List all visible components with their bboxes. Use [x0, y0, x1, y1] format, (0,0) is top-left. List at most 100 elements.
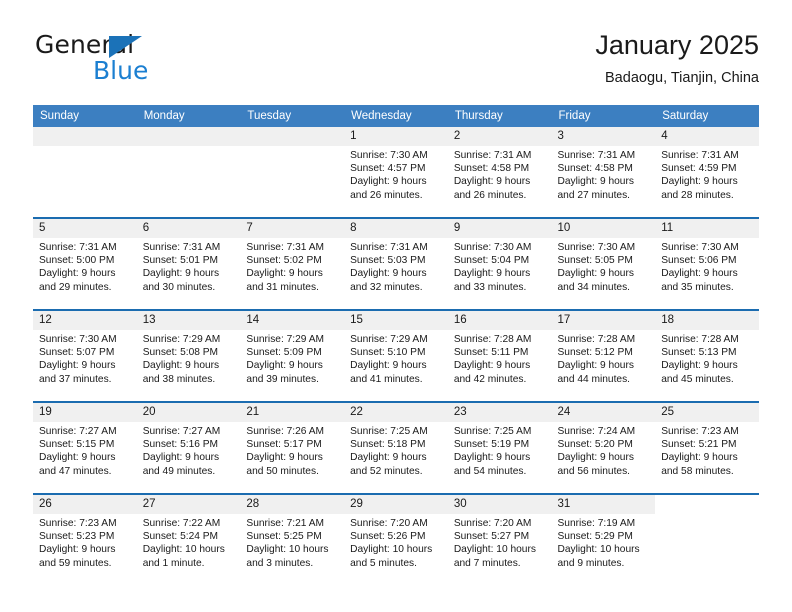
day-cell-inner: 9 Sunrise: 7:30 AM Sunset: 5:04 PM Daylight… — [447, 219, 552, 309]
calendar-day-cell[interactable]: 28 Sunrise: 7:21 AM Sunset: 5:25 PM Dayligh… — [240, 493, 345, 585]
day-number: 20 — [136, 403, 241, 422]
day-details: Sunrise: 7:31 AM Sunset: 4:58 PM Daylight:… — [552, 146, 656, 202]
daylight-text: Daylight: 9 hours and 58 minutes. — [661, 452, 738, 477]
calendar-day-cell[interactable]: 29 Sunrise: 7:20 AM Sunset: 5:26 PM Dayligh… — [344, 493, 448, 585]
day-number: 14 — [240, 311, 345, 330]
sunset-text: Sunset: 4:58 PM — [453, 163, 530, 175]
calendar-day-cell[interactable]: 22 Sunrise: 7:25 AM Sunset: 5:18 PM Dayligh… — [344, 401, 448, 494]
calendar-day-cell[interactable]: 12 Sunrise: 7:30 AM Sunset: 5:07 PM Dayligh… — [33, 309, 137, 402]
calendar-day-cell[interactable]: 10 Sunrise: 7:30 AM Sunset: 5:05 PM Dayligh… — [551, 217, 656, 310]
sunset-text: Sunset: 5:02 PM — [246, 255, 322, 267]
calendar-day-cell[interactable]: 21 Sunrise: 7:26 AM Sunset: 5:17 PM Dayligh… — [240, 401, 345, 494]
day-cell-inner: 12 Sunrise: 7:30 AM Sunset: 5:07 PM Dayligh… — [33, 311, 137, 401]
day-cell-inner: 23 Sunrise: 7:25 AM Sunset: 5:19 PM Dayligh… — [447, 403, 552, 493]
day-number: 5 — [33, 219, 137, 238]
calendar-day-cell[interactable]: 7 Sunrise: 7:31 AM Sunset: 5:02 PM Daylight… — [240, 217, 345, 310]
day-cell-inner — [33, 127, 137, 217]
day-number: 15 — [344, 311, 448, 330]
sunrise-text: Sunrise: 7:19 AM — [557, 518, 636, 529]
calendar-day-cell[interactable]: 19 Sunrise: 7:27 AM Sunset: 5:15 PM Dayligh… — [33, 401, 137, 494]
calendar-day-cell[interactable]: 27 Sunrise: 7:22 AM Sunset: 5:24 PM Dayligh… — [136, 493, 241, 585]
general-blue-logo[interactable]: General Blue — [33, 28, 263, 90]
daylight-text: Daylight: 9 hours and 28 minutes. — [661, 176, 738, 201]
calendar-day-cell[interactable]: 6 Sunrise: 7:31 AM Sunset: 5:01 PM Daylight… — [136, 217, 241, 310]
calendar-day-cell-empty — [655, 493, 759, 585]
calendar-day-cell[interactable]: 25 Sunrise: 7:23 AM Sunset: 5:21 PM Dayligh… — [655, 401, 759, 494]
daylight-text: Daylight: 9 hours and 54 minutes. — [453, 452, 531, 477]
daylight-text: Daylight: 9 hours and 44 minutes. — [557, 360, 634, 385]
sunset-text: Sunset: 4:58 PM — [557, 163, 633, 175]
daylight-text: Daylight: 9 hours and 59 minutes. — [39, 544, 116, 569]
calendar-day-cell[interactable]: 14 Sunrise: 7:29 AM Sunset: 5:09 PM Dayligh… — [240, 309, 345, 402]
day-cell-inner: 20 Sunrise: 7:27 AM Sunset: 5:16 PM Dayligh… — [136, 403, 241, 493]
day-details: Sunrise: 7:20 AM Sunset: 5:27 PM Daylight:… — [448, 514, 552, 570]
day-cell-inner: 21 Sunrise: 7:26 AM Sunset: 5:17 PM Dayligh… — [240, 403, 345, 493]
calendar-day-cell[interactable]: 16 Sunrise: 7:28 AM Sunset: 5:11 PM Dayligh… — [447, 309, 552, 402]
calendar-day-cell[interactable]: 15 Sunrise: 7:29 AM Sunset: 5:10 PM Dayligh… — [344, 309, 448, 402]
sunset-text: Sunset: 5:04 PM — [453, 255, 530, 267]
calendar-day-cell[interactable]: 13 Sunrise: 7:29 AM Sunset: 5:08 PM Dayligh… — [136, 309, 241, 402]
day-number: 24 — [551, 403, 656, 422]
day-details: Sunrise: 7:20 AM Sunset: 5:26 PM Daylight:… — [344, 514, 448, 570]
calendar-day-cell[interactable]: 2 Sunrise: 7:31 AM Sunset: 4:58 PM Daylight… — [447, 127, 552, 218]
sunrise-text: Sunrise: 7:23 AM — [39, 518, 117, 529]
day-number: 3 — [551, 127, 656, 146]
sunset-text: Sunset: 5:23 PM — [39, 531, 115, 543]
sunset-text: Sunset: 4:59 PM — [661, 163, 737, 175]
day-cell-inner: 29 Sunrise: 7:20 AM Sunset: 5:26 PM Dayligh… — [344, 495, 448, 585]
page-header: General Blue January 2025 Badaogu, Tianj… — [33, 28, 759, 98]
brand-triangle-icon — [109, 36, 142, 58]
sunset-text: Sunset: 5:03 PM — [350, 255, 426, 267]
day-cell-inner: 5 Sunrise: 7:31 AM Sunset: 5:00 PM Daylight… — [33, 219, 137, 309]
weekday-header: Sunday Monday Tuesday Wednesday Thursday Frid… — [33, 105, 759, 127]
calendar-day-cell[interactable]: 5 Sunrise: 7:31 AM Sunset: 5:00 PM Daylight… — [33, 217, 137, 310]
calendar-day-cell[interactable]: 30 Sunrise: 7:20 AM Sunset: 5:27 PM Dayligh… — [447, 493, 552, 585]
day-details: Sunrise: 7:30 AM Sunset: 5:06 PM Daylight:… — [655, 238, 759, 294]
page-subtitle: Badaogu, Tianjin, China — [605, 70, 759, 86]
day-number: 22 — [344, 403, 448, 422]
calendar-day-cell[interactable]: 1 Sunrise: 7:30 AM Sunset: 4:57 PM Daylight… — [344, 127, 448, 218]
calendar-day-cell[interactable]: 9 Sunrise: 7:30 AM Sunset: 5:04 PM Daylight… — [447, 217, 552, 310]
day-details: Sunrise: 7:31 AM Sunset: 5:02 PM Daylight:… — [240, 238, 344, 294]
day-details: Sunrise: 7:31 AM Sunset: 5:03 PM Daylight:… — [344, 238, 448, 294]
sunset-text: Sunset: 5:26 PM — [350, 531, 426, 543]
calendar-day-cell[interactable]: 18 Sunrise: 7:28 AM Sunset: 5:13 PM Dayligh… — [655, 309, 759, 402]
day-number: 21 — [240, 403, 345, 422]
sunset-text: Sunset: 5:25 PM — [246, 531, 322, 543]
day-number: 13 — [136, 311, 241, 330]
day-cell-inner: 2 Sunrise: 7:31 AM Sunset: 4:58 PM Daylight… — [447, 127, 552, 217]
day-cell-inner: 3 Sunrise: 7:31 AM Sunset: 4:58 PM Daylight… — [551, 127, 656, 217]
calendar-day-cell[interactable]: 8 Sunrise: 7:31 AM Sunset: 5:03 PM Daylight… — [344, 217, 448, 310]
sunrise-text: Sunrise: 7:25 AM — [350, 426, 428, 437]
sunrise-text: Sunrise: 7:30 AM — [350, 150, 428, 161]
calendar-day-cell[interactable]: 17 Sunrise: 7:28 AM Sunset: 5:12 PM Dayligh… — [551, 309, 656, 402]
sunrise-text: Sunrise: 7:31 AM — [661, 150, 739, 161]
calendar-day-cell[interactable]: 4 Sunrise: 7:31 AM Sunset: 4:59 PM Daylight… — [655, 127, 759, 218]
sunrise-text: Sunrise: 7:31 AM — [350, 242, 428, 253]
calendar-day-cell[interactable]: 24 Sunrise: 7:24 AM Sunset: 5:20 PM Dayligh… — [551, 401, 656, 494]
day-details: Sunrise: 7:30 AM Sunset: 4:57 PM Daylight:… — [344, 146, 448, 202]
sunrise-text: Sunrise: 7:30 AM — [557, 242, 636, 253]
day-cell-inner: 4 Sunrise: 7:31 AM Sunset: 4:59 PM Daylight… — [655, 127, 759, 217]
day-details: Sunrise: 7:30 AM Sunset: 5:07 PM Daylight:… — [33, 330, 137, 386]
sunrise-text: Sunrise: 7:31 AM — [142, 242, 221, 253]
calendar-day-cell[interactable]: 20 Sunrise: 7:27 AM Sunset: 5:16 PM Dayligh… — [136, 401, 241, 494]
page-title: January 2025 — [595, 30, 759, 60]
calendar-day-cell[interactable]: 26 Sunrise: 7:23 AM Sunset: 5:23 PM Dayligh… — [33, 493, 137, 585]
day-details: Sunrise: 7:31 AM Sunset: 4:59 PM Daylight:… — [655, 146, 759, 202]
day-cell-inner: 28 Sunrise: 7:21 AM Sunset: 5:25 PM Dayligh… — [240, 495, 345, 585]
day-number: 7 — [240, 219, 345, 238]
sunrise-text: Sunrise: 7:28 AM — [453, 334, 532, 345]
calendar-day-cell[interactable]: 11 Sunrise: 7:30 AM Sunset: 5:06 PM Dayligh… — [655, 217, 759, 310]
sunrise-text: Sunrise: 7:27 AM — [142, 426, 221, 437]
calendar-day-cell[interactable]: 23 Sunrise: 7:25 AM Sunset: 5:19 PM Dayligh… — [447, 401, 552, 494]
day-details: Sunrise: 7:29 AM Sunset: 5:09 PM Daylight:… — [240, 330, 344, 386]
sunset-text: Sunset: 5:19 PM — [453, 439, 530, 451]
calendar-day-cell[interactable]: 3 Sunrise: 7:31 AM Sunset: 4:58 PM Daylight… — [551, 127, 656, 218]
daylight-text: Daylight: 9 hours and 42 minutes. — [453, 360, 531, 385]
calendar-day-cell[interactable]: 31 Sunrise: 7:19 AM Sunset: 5:29 PM Dayligh… — [551, 493, 656, 585]
day-details: Sunrise: 7:26 AM Sunset: 5:17 PM Daylight:… — [240, 422, 344, 478]
sunrise-text: Sunrise: 7:21 AM — [246, 518, 324, 529]
day-cell-inner: 18 Sunrise: 7:28 AM Sunset: 5:13 PM Dayligh… — [655, 311, 759, 401]
sunset-text: Sunset: 5:17 PM — [246, 439, 322, 451]
